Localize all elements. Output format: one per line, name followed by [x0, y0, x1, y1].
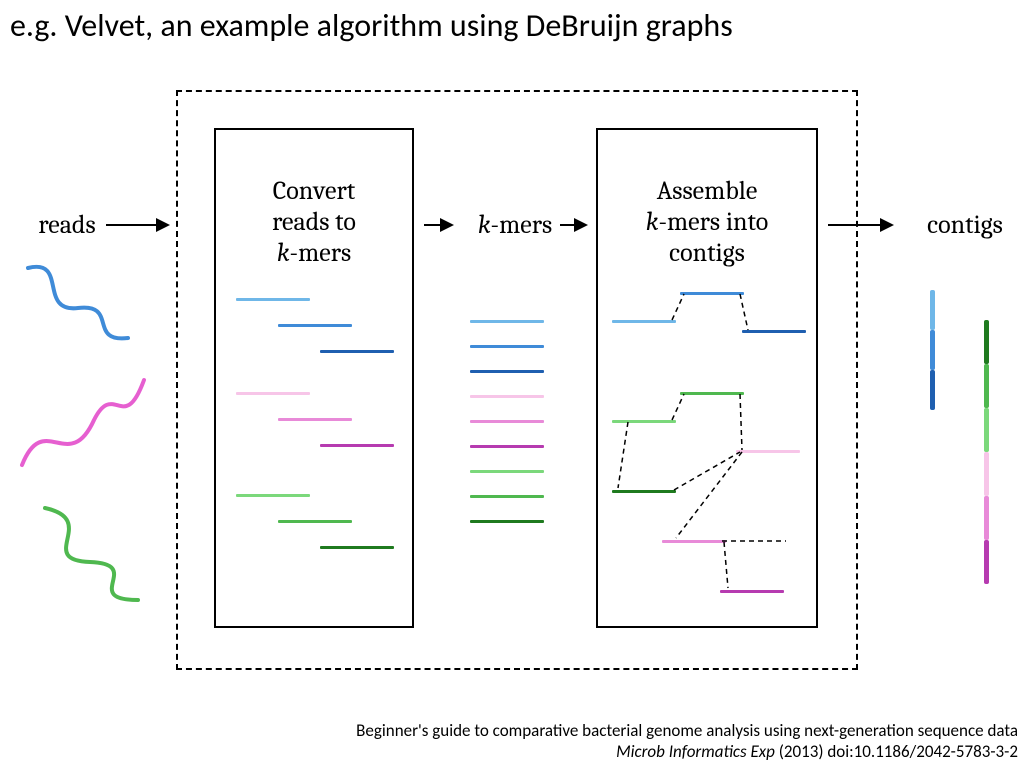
- contig-mix-2: [984, 364, 989, 408]
- arrow-contigs-out: [828, 224, 892, 226]
- arrow-reads-in: [106, 224, 168, 226]
- citation-line1: Beginner's guide to comparative bacteria…: [356, 720, 1018, 741]
- c-seg-3: [470, 370, 544, 373]
- contig-mix-6: [984, 540, 989, 584]
- arrow-box1-out: [424, 224, 452, 226]
- contig-blue-3: [930, 370, 935, 410]
- box1-line3-k: k: [277, 238, 290, 268]
- label-reads: reads: [22, 210, 112, 241]
- read-squiggle-green: [30, 500, 150, 610]
- citation: Beginner's guide to comparative bacteria…: [356, 720, 1018, 763]
- contig-mix-5: [984, 496, 989, 540]
- assembly-graph-edges: [596, 128, 818, 628]
- b1-seg-pink1: [236, 392, 310, 395]
- contig-blue-2: [930, 330, 935, 370]
- c-seg-2: [470, 345, 544, 348]
- kmers-k: k: [478, 210, 491, 240]
- contig-mix-3: [984, 408, 989, 452]
- read-squiggle-pink: [14, 370, 154, 480]
- slide-title: e.g. Velvet, an example algorithm using …: [10, 6, 733, 45]
- c-seg-5: [470, 420, 544, 423]
- citation-rest: (2013) doi:10.1186/2042-5783-3-2: [775, 741, 1018, 762]
- b1-seg-blue3: [320, 350, 394, 353]
- contig-mix-4: [984, 452, 989, 496]
- label-contigs: contigs: [910, 210, 1020, 241]
- b1-seg-green1: [236, 494, 310, 497]
- box1-text: Convert reads to k-mers: [224, 176, 404, 270]
- box1-line2: reads to: [272, 207, 356, 237]
- contig-blue-1: [930, 290, 935, 330]
- b1-seg-blue2: [278, 324, 352, 327]
- arrow-kmers-out: [560, 224, 586, 226]
- b1-seg-green3: [320, 546, 394, 549]
- box1-line1: Convert: [273, 176, 355, 206]
- c-seg-9: [470, 520, 544, 523]
- b1-seg-blue1: [236, 298, 310, 301]
- read-squiggle-blue: [18, 258, 138, 348]
- kmers-suffix: -mers: [491, 210, 553, 240]
- c-seg-1: [470, 320, 544, 323]
- c-seg-8: [470, 495, 544, 498]
- b1-seg-pink2: [278, 418, 352, 421]
- label-kmers: k-mers: [460, 210, 570, 241]
- c-seg-4: [470, 395, 544, 398]
- c-seg-6: [470, 445, 544, 448]
- c-seg-7: [470, 470, 544, 473]
- b1-seg-green2: [278, 520, 352, 523]
- b1-seg-pink3: [320, 444, 394, 447]
- contig-mix-1: [984, 320, 989, 364]
- citation-journal: Microb Informatics Exp: [616, 741, 775, 762]
- box1-line3-suffix: -mers: [290, 238, 352, 268]
